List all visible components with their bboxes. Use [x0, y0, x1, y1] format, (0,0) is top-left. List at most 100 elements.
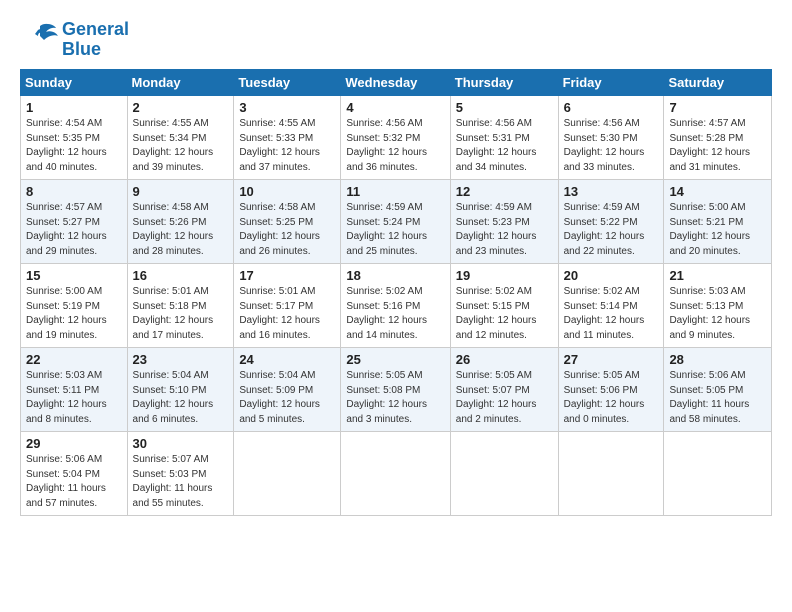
table-row: [450, 432, 558, 516]
day-header-tuesday: Tuesday: [234, 70, 341, 96]
table-row: 16 Sunrise: 5:01 AM Sunset: 5:18 PM Dayl…: [127, 264, 234, 348]
table-row: 11 Sunrise: 4:59 AM Sunset: 5:24 PM Dayl…: [341, 180, 450, 264]
day-info: Sunrise: 5:06 AM Sunset: 5:05 PM Dayligh…: [669, 369, 766, 427]
day-number: 23: [133, 352, 229, 367]
day-number: 18: [346, 268, 444, 283]
table-row: [558, 432, 664, 516]
day-header-saturday: Saturday: [664, 70, 772, 96]
day-number: 7: [669, 100, 766, 115]
calendar: SundayMondayTuesdayWednesdayThursdayFrid…: [20, 69, 772, 516]
table-row: 2 Sunrise: 4:55 AM Sunset: 5:34 PM Dayli…: [127, 96, 234, 180]
day-number: 8: [26, 184, 122, 199]
day-number: 22: [26, 352, 122, 367]
table-row: 21 Sunrise: 5:03 AM Sunset: 5:13 PM Dayl…: [664, 264, 772, 348]
day-number: 16: [133, 268, 229, 283]
day-info: Sunrise: 5:02 AM Sunset: 5:14 PM Dayligh…: [564, 285, 659, 343]
table-row: 28 Sunrise: 5:06 AM Sunset: 5:05 PM Dayl…: [664, 348, 772, 432]
day-info: Sunrise: 5:01 AM Sunset: 5:18 PM Dayligh…: [133, 285, 229, 343]
day-header-wednesday: Wednesday: [341, 70, 450, 96]
day-number: 1: [26, 100, 122, 115]
day-number: 11: [346, 184, 444, 199]
table-row: 24 Sunrise: 5:04 AM Sunset: 5:09 PM Dayl…: [234, 348, 341, 432]
day-number: 24: [239, 352, 335, 367]
day-info: Sunrise: 5:05 AM Sunset: 5:07 PM Dayligh…: [456, 369, 553, 427]
day-number: 2: [133, 100, 229, 115]
table-row: 10 Sunrise: 4:58 AM Sunset: 5:25 PM Dayl…: [234, 180, 341, 264]
table-row: [664, 432, 772, 516]
table-row: 3 Sunrise: 4:55 AM Sunset: 5:33 PM Dayli…: [234, 96, 341, 180]
table-row: [341, 432, 450, 516]
table-row: 20 Sunrise: 5:02 AM Sunset: 5:14 PM Dayl…: [558, 264, 664, 348]
table-row: 25 Sunrise: 5:05 AM Sunset: 5:08 PM Dayl…: [341, 348, 450, 432]
table-row: 18 Sunrise: 5:02 AM Sunset: 5:16 PM Dayl…: [341, 264, 450, 348]
table-row: 22 Sunrise: 5:03 AM Sunset: 5:11 PM Dayl…: [21, 348, 128, 432]
day-number: 14: [669, 184, 766, 199]
day-info: Sunrise: 5:03 AM Sunset: 5:13 PM Dayligh…: [669, 285, 766, 343]
day-number: 29: [26, 436, 122, 451]
day-info: Sunrise: 4:59 AM Sunset: 5:24 PM Dayligh…: [346, 201, 444, 259]
day-info: Sunrise: 5:03 AM Sunset: 5:11 PM Dayligh…: [26, 369, 122, 427]
day-number: 21: [669, 268, 766, 283]
day-number: 15: [26, 268, 122, 283]
table-row: 5 Sunrise: 4:56 AM Sunset: 5:31 PM Dayli…: [450, 96, 558, 180]
day-number: 27: [564, 352, 659, 367]
table-row: 1 Sunrise: 4:54 AM Sunset: 5:35 PM Dayli…: [21, 96, 128, 180]
day-number: 28: [669, 352, 766, 367]
day-info: Sunrise: 5:06 AM Sunset: 5:04 PM Dayligh…: [26, 453, 122, 511]
table-row: 14 Sunrise: 5:00 AM Sunset: 5:21 PM Dayl…: [664, 180, 772, 264]
table-row: 23 Sunrise: 5:04 AM Sunset: 5:10 PM Dayl…: [127, 348, 234, 432]
day-header-monday: Monday: [127, 70, 234, 96]
logo-icon: [20, 18, 58, 56]
day-info: Sunrise: 4:56 AM Sunset: 5:30 PM Dayligh…: [564, 117, 659, 175]
table-row: 9 Sunrise: 4:58 AM Sunset: 5:26 PM Dayli…: [127, 180, 234, 264]
day-info: Sunrise: 4:54 AM Sunset: 5:35 PM Dayligh…: [26, 117, 122, 175]
day-info: Sunrise: 4:57 AM Sunset: 5:27 PM Dayligh…: [26, 201, 122, 259]
day-header-friday: Friday: [558, 70, 664, 96]
table-row: 8 Sunrise: 4:57 AM Sunset: 5:27 PM Dayli…: [21, 180, 128, 264]
day-info: Sunrise: 5:01 AM Sunset: 5:17 PM Dayligh…: [239, 285, 335, 343]
day-number: 12: [456, 184, 553, 199]
day-number: 20: [564, 268, 659, 283]
day-number: 25: [346, 352, 444, 367]
day-info: Sunrise: 4:56 AM Sunset: 5:32 PM Dayligh…: [346, 117, 444, 175]
day-number: 26: [456, 352, 553, 367]
table-row: 13 Sunrise: 4:59 AM Sunset: 5:22 PM Dayl…: [558, 180, 664, 264]
day-info: Sunrise: 5:02 AM Sunset: 5:15 PM Dayligh…: [456, 285, 553, 343]
day-number: 17: [239, 268, 335, 283]
day-info: Sunrise: 4:58 AM Sunset: 5:25 PM Dayligh…: [239, 201, 335, 259]
day-number: 4: [346, 100, 444, 115]
table-row: 15 Sunrise: 5:00 AM Sunset: 5:19 PM Dayl…: [21, 264, 128, 348]
day-info: Sunrise: 4:55 AM Sunset: 5:33 PM Dayligh…: [239, 117, 335, 175]
day-info: Sunrise: 5:07 AM Sunset: 5:03 PM Dayligh…: [133, 453, 229, 511]
calendar-week-row: 8 Sunrise: 4:57 AM Sunset: 5:27 PM Dayli…: [21, 180, 772, 264]
day-info: Sunrise: 4:57 AM Sunset: 5:28 PM Dayligh…: [669, 117, 766, 175]
day-info: Sunrise: 5:04 AM Sunset: 5:10 PM Dayligh…: [133, 369, 229, 427]
table-row: 4 Sunrise: 4:56 AM Sunset: 5:32 PM Dayli…: [341, 96, 450, 180]
day-number: 13: [564, 184, 659, 199]
table-row: 26 Sunrise: 5:05 AM Sunset: 5:07 PM Dayl…: [450, 348, 558, 432]
day-info: Sunrise: 4:58 AM Sunset: 5:26 PM Dayligh…: [133, 201, 229, 259]
table-row: 7 Sunrise: 4:57 AM Sunset: 5:28 PM Dayli…: [664, 96, 772, 180]
day-header-thursday: Thursday: [450, 70, 558, 96]
table-row: 6 Sunrise: 4:56 AM Sunset: 5:30 PM Dayli…: [558, 96, 664, 180]
day-number: 30: [133, 436, 229, 451]
table-row: 19 Sunrise: 5:02 AM Sunset: 5:15 PM Dayl…: [450, 264, 558, 348]
day-header-sunday: Sunday: [21, 70, 128, 96]
logo-text: General Blue: [62, 20, 129, 60]
day-info: Sunrise: 4:56 AM Sunset: 5:31 PM Dayligh…: [456, 117, 553, 175]
day-info: Sunrise: 4:55 AM Sunset: 5:34 PM Dayligh…: [133, 117, 229, 175]
calendar-week-row: 22 Sunrise: 5:03 AM Sunset: 5:11 PM Dayl…: [21, 348, 772, 432]
day-number: 19: [456, 268, 553, 283]
day-number: 3: [239, 100, 335, 115]
calendar-week-row: 15 Sunrise: 5:00 AM Sunset: 5:19 PM Dayl…: [21, 264, 772, 348]
day-info: Sunrise: 4:59 AM Sunset: 5:23 PM Dayligh…: [456, 201, 553, 259]
table-row: 27 Sunrise: 5:05 AM Sunset: 5:06 PM Dayl…: [558, 348, 664, 432]
day-info: Sunrise: 4:59 AM Sunset: 5:22 PM Dayligh…: [564, 201, 659, 259]
day-info: Sunrise: 5:04 AM Sunset: 5:09 PM Dayligh…: [239, 369, 335, 427]
table-row: 17 Sunrise: 5:01 AM Sunset: 5:17 PM Dayl…: [234, 264, 341, 348]
calendar-week-row: 29 Sunrise: 5:06 AM Sunset: 5:04 PM Dayl…: [21, 432, 772, 516]
day-info: Sunrise: 5:00 AM Sunset: 5:19 PM Dayligh…: [26, 285, 122, 343]
day-info: Sunrise: 5:05 AM Sunset: 5:06 PM Dayligh…: [564, 369, 659, 427]
table-row: 12 Sunrise: 4:59 AM Sunset: 5:23 PM Dayl…: [450, 180, 558, 264]
day-number: 5: [456, 100, 553, 115]
